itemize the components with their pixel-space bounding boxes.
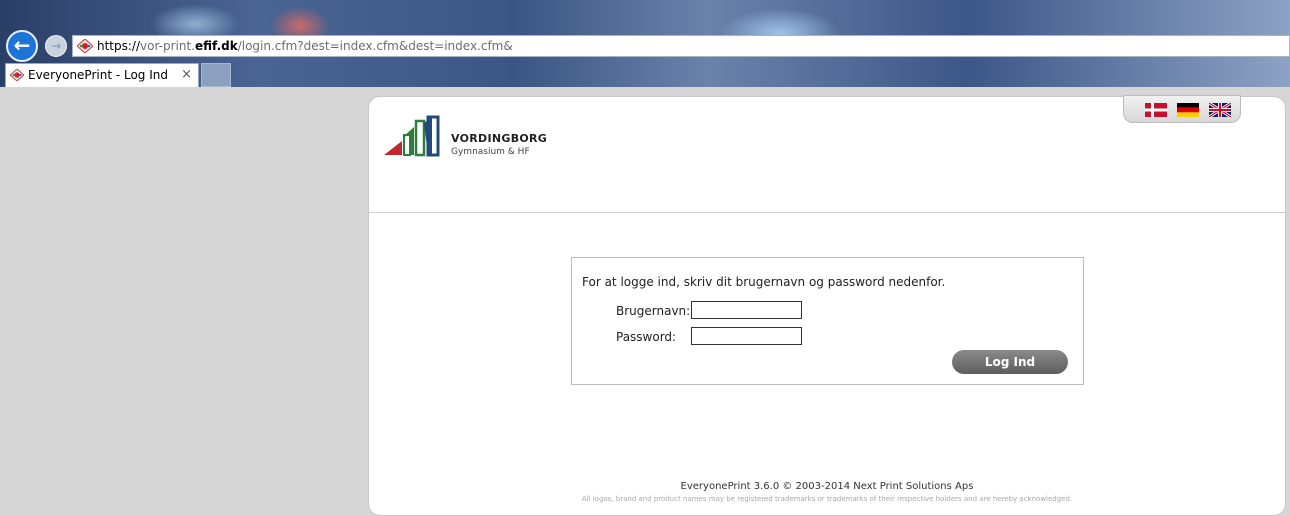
tab-favicon-icon	[10, 69, 24, 81]
header-divider	[369, 212, 1285, 213]
login-instructions: For at logge ind, skriv dit brugernavn o…	[582, 275, 946, 289]
back-button[interactable]: ←	[6, 30, 38, 62]
browser-chrome: ← → https://vor-print.efif.dk/login.cfm?…	[0, 0, 1290, 87]
url-path: /login.cfm?dest=index.cfm&dest=index.cfm…	[237, 39, 513, 53]
tab-title: EveryonePrint - Log Ind	[28, 68, 169, 82]
username-input[interactable]	[691, 301, 802, 319]
site-favicon-icon	[77, 39, 93, 53]
address-bar[interactable]: https://vor-print.efif.dk/login.cfm?dest…	[72, 35, 1290, 57]
tab-close-icon[interactable]: ×	[181, 64, 192, 86]
danish-flag-icon[interactable]	[1145, 103, 1167, 117]
password-label: Password:	[616, 330, 677, 344]
browser-tab[interactable]: EveryonePrint - Log Ind ×	[5, 63, 199, 87]
german-flag-icon[interactable]	[1177, 103, 1199, 117]
school-logo-icon	[384, 115, 440, 157]
forward-arrow-icon: →	[50, 39, 62, 53]
login-page-card: VORDINGBORG Gymnasium & HF For at logge …	[368, 95, 1286, 516]
login-button[interactable]: Log Ind	[952, 350, 1068, 374]
forward-button[interactable]: →	[45, 35, 67, 57]
uk-flag-icon[interactable]	[1209, 103, 1231, 117]
username-label: Brugernavn:	[616, 304, 691, 318]
password-input[interactable]	[691, 327, 802, 345]
language-selector	[1123, 95, 1241, 123]
footer-copyright: EveryonePrint 3.6.0 © 2003-2014 Next Pri…	[680, 481, 974, 492]
url-text: https://vor-print.efif.dk/login.cfm?dest…	[97, 36, 513, 56]
footer-disclaimer: All logos, brand and product names may b…	[581, 495, 1073, 503]
url-prefix: vor-print.	[140, 39, 195, 53]
url-protocol: https://	[97, 39, 141, 53]
back-arrow-icon: ←	[13, 33, 31, 57]
new-tab-button[interactable]	[201, 63, 231, 87]
url-domain: efif.dk	[194, 39, 238, 53]
school-name: VORDINGBORG	[451, 132, 548, 145]
school-subtitle: Gymnasium & HF	[451, 147, 530, 157]
login-form: For at logge ind, skriv dit brugernavn o…	[571, 257, 1084, 385]
